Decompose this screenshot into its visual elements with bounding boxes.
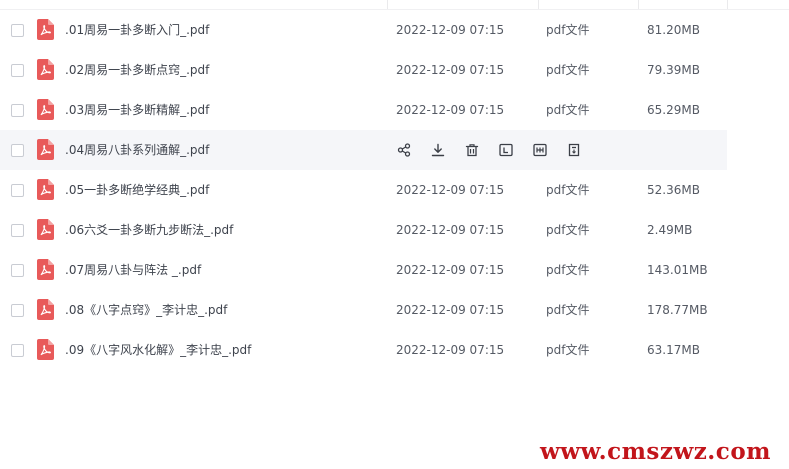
download-button[interactable] xyxy=(430,141,446,159)
file-name[interactable]: .02周易一卦多断点窍_.pdf xyxy=(65,62,209,78)
copy-button[interactable] xyxy=(532,141,548,159)
move-button[interactable] xyxy=(566,141,582,159)
delete-icon xyxy=(465,143,479,157)
modified-date: 2022-12-09 07:15 xyxy=(396,23,505,37)
pdf-file-icon xyxy=(37,339,54,360)
file-type: pdf文件 xyxy=(546,23,590,37)
modified-date: 2022-12-09 07:15 xyxy=(396,63,505,77)
row-checkbox[interactable] xyxy=(11,304,24,317)
modified-date: 2022-12-09 07:15 xyxy=(396,223,505,237)
row-checkbox[interactable] xyxy=(11,64,24,77)
pdf-file-icon xyxy=(37,59,54,80)
file-type: pdf文件 xyxy=(546,263,590,277)
file-row[interactable]: .08《八字点窍》_李计忠_.pdf 2022-12-09 07:15 pdf文件 1… xyxy=(0,290,789,330)
row-checkbox[interactable] xyxy=(11,344,24,357)
file-size: 52.36MB xyxy=(647,183,700,197)
file-row[interactable]: .04周易八卦系列通解_.pdf xyxy=(0,130,789,170)
file-size: 65.29MB xyxy=(647,103,700,117)
modified-date: 2022-12-09 07:15 xyxy=(396,263,505,277)
rename-icon xyxy=(499,143,513,157)
file-type: pdf文件 xyxy=(546,103,590,117)
file-name[interactable]: .07周易八卦与阵法 _.pdf xyxy=(65,262,201,278)
pdf-file-icon xyxy=(37,259,54,280)
file-name[interactable]: .08《八字点窍》_李计忠_.pdf xyxy=(65,302,227,318)
rename-button[interactable] xyxy=(498,141,514,159)
file-row[interactable]: .06六爻一卦多断九步断法_.pdf 2022-12-09 07:15 pdf文件 2… xyxy=(0,210,789,250)
file-size: 81.20MB xyxy=(647,23,700,37)
pdf-file-icon xyxy=(37,179,54,200)
file-size: 143.01MB xyxy=(647,263,708,277)
modified-date: 2022-12-09 07:15 xyxy=(396,303,505,317)
file-name[interactable]: .01周易一卦多断入门_.pdf xyxy=(65,22,209,38)
modified-date: 2022-12-09 07:15 xyxy=(396,343,505,357)
pdf-file-icon xyxy=(37,299,54,320)
file-name[interactable]: .06六爻一卦多断九步断法_.pdf xyxy=(65,222,233,238)
row-checkbox[interactable] xyxy=(11,144,24,157)
copy-icon xyxy=(533,143,547,157)
share-icon xyxy=(397,143,411,157)
pdf-file-icon xyxy=(37,99,54,120)
file-size: 79.39MB xyxy=(647,63,700,77)
file-type: pdf文件 xyxy=(546,343,590,357)
file-name[interactable]: .09《八字风水化解》_李计忠_.pdf xyxy=(65,342,251,358)
row-checkbox[interactable] xyxy=(11,224,24,237)
delete-button[interactable] xyxy=(464,141,480,159)
file-name[interactable]: .04周易八卦系列通解_.pdf xyxy=(65,142,209,158)
pdf-file-icon xyxy=(37,219,54,240)
watermark: www.cmszwz.com xyxy=(540,438,771,465)
file-type: pdf文件 xyxy=(546,63,590,77)
list-header-edge xyxy=(0,0,789,10)
file-row[interactable]: .01周易一卦多断入门_.pdf 2022-12-09 07:15 pdf文件 81.… xyxy=(0,10,789,50)
file-row[interactable]: .09《八字风水化解》_李计忠_.pdf 2022-12-09 07:15 pdf文… xyxy=(0,330,789,370)
file-name[interactable]: .03周易一卦多断精解_.pdf xyxy=(65,102,209,118)
file-size: 178.77MB xyxy=(647,303,708,317)
move-icon xyxy=(567,143,581,157)
pdf-file-icon xyxy=(37,139,54,160)
share-button[interactable] xyxy=(396,141,412,159)
row-checkbox[interactable] xyxy=(11,264,24,277)
row-checkbox[interactable] xyxy=(11,104,24,117)
file-type: pdf文件 xyxy=(546,223,590,237)
file-list: .01周易一卦多断入门_.pdf 2022-12-09 07:15 pdf文件 81.… xyxy=(0,10,789,370)
file-row[interactable]: .05一卦多断绝学经典_.pdf 2022-12-09 07:15 pdf文件 52.… xyxy=(0,170,789,210)
file-type: pdf文件 xyxy=(546,183,590,197)
file-name[interactable]: .05一卦多断绝学经典_.pdf xyxy=(65,182,209,198)
pdf-file-icon xyxy=(37,19,54,40)
file-type: pdf文件 xyxy=(546,303,590,317)
file-row[interactable]: .03周易一卦多断精解_.pdf 2022-12-09 07:15 pdf文件 65.… xyxy=(0,90,789,130)
file-row[interactable]: .02周易一卦多断点窍_.pdf 2022-12-09 07:15 pdf文件 79.… xyxy=(0,50,789,90)
file-size: 63.17MB xyxy=(647,343,700,357)
modified-date: 2022-12-09 07:15 xyxy=(396,183,505,197)
modified-date: 2022-12-09 07:15 xyxy=(396,103,505,117)
file-row[interactable]: .07周易八卦与阵法 _.pdf 2022-12-09 07:15 pdf文件 143… xyxy=(0,250,789,290)
row-checkbox[interactable] xyxy=(11,24,24,37)
download-icon xyxy=(431,143,445,157)
file-size: 2.49MB xyxy=(647,223,693,237)
row-checkbox[interactable] xyxy=(11,184,24,197)
